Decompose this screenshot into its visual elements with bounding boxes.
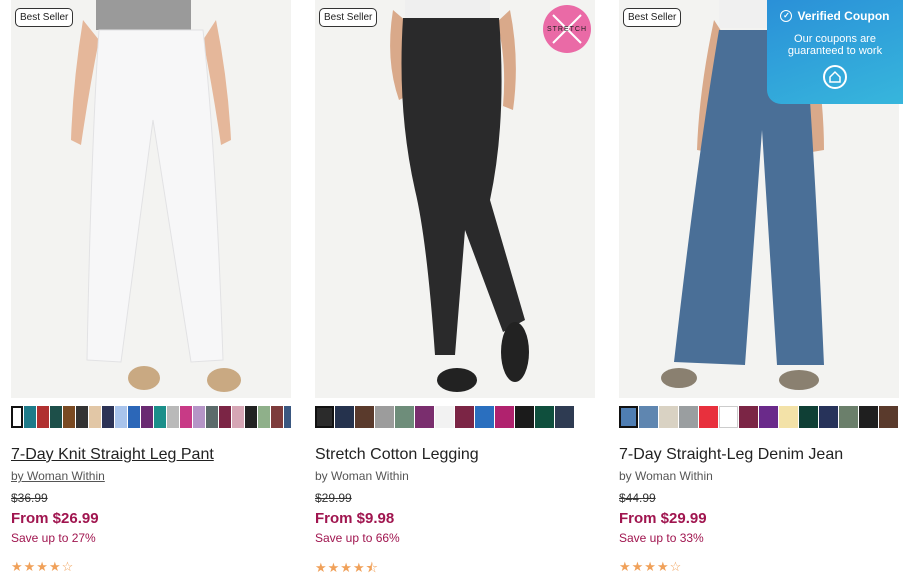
color-swatch[interactable] bbox=[859, 406, 878, 428]
original-price: $36.99 bbox=[11, 491, 48, 505]
product-card[interactable]: Best Seller STRETCH Stretch Cotton Leggi… bbox=[315, 0, 595, 581]
color-swatch[interactable] bbox=[128, 406, 140, 428]
color-swatch[interactable] bbox=[63, 406, 75, 428]
color-swatch[interactable] bbox=[102, 406, 114, 428]
color-swatch[interactable] bbox=[495, 406, 514, 428]
color-swatch[interactable] bbox=[475, 406, 494, 428]
model-photo bbox=[71, 0, 241, 392]
color-swatch[interactable] bbox=[415, 406, 434, 428]
check-circle-icon: ✓ bbox=[780, 10, 793, 22]
color-swatch[interactable] bbox=[115, 406, 127, 428]
product-brand[interactable]: by Woman Within bbox=[315, 469, 595, 483]
color-swatch[interactable] bbox=[206, 406, 218, 428]
product-title[interactable]: 7-Day Knit Straight Leg Pant bbox=[11, 446, 291, 464]
color-swatch[interactable] bbox=[24, 406, 36, 428]
color-swatch[interactable] bbox=[167, 406, 179, 428]
savings-text: Save up to 66% bbox=[315, 531, 400, 545]
product-brand[interactable]: by Woman Within bbox=[11, 469, 291, 483]
sale-price: From $9.98 bbox=[315, 510, 395, 527]
product-brand[interactable]: by Woman Within bbox=[619, 469, 899, 483]
color-swatch[interactable] bbox=[375, 406, 394, 428]
color-swatch[interactable] bbox=[258, 406, 270, 428]
color-swatch[interactable] bbox=[679, 406, 698, 428]
color-swatch[interactable] bbox=[819, 406, 838, 428]
color-swatch[interactable] bbox=[355, 406, 374, 428]
color-swatch[interactable] bbox=[619, 406, 638, 428]
color-swatch[interactable] bbox=[879, 406, 898, 428]
home-icon[interactable] bbox=[823, 65, 847, 89]
color-swatch[interactable] bbox=[315, 406, 334, 428]
product-image[interactable]: Best Seller STRETCH bbox=[315, 0, 595, 398]
original-price: $44.99 bbox=[619, 491, 656, 505]
sale-price: From $29.99 bbox=[619, 510, 707, 527]
color-swatch[interactable] bbox=[719, 406, 738, 428]
original-price: $29.99 bbox=[315, 491, 352, 505]
color-swatch[interactable] bbox=[799, 406, 818, 428]
color-swatch[interactable] bbox=[455, 406, 474, 428]
color-swatch[interactable] bbox=[271, 406, 283, 428]
model-photo bbox=[390, 0, 529, 392]
color-swatches bbox=[315, 406, 595, 428]
color-swatch[interactable] bbox=[395, 406, 414, 428]
verified-coupon-widget[interactable]: ✓ Verified Coupon Our coupons are guaran… bbox=[767, 0, 903, 104]
color-swatch[interactable] bbox=[284, 406, 291, 428]
color-swatch[interactable] bbox=[154, 406, 166, 428]
best-seller-badge: Best Seller bbox=[15, 8, 74, 27]
color-swatch[interactable] bbox=[335, 406, 354, 428]
color-swatch[interactable] bbox=[193, 406, 205, 428]
coupon-message: Our coupons are guaranteed to work bbox=[787, 33, 883, 57]
rating-stars-icon: ★★★★⯪ bbox=[315, 560, 379, 575]
product-card[interactable]: Best Seller 7-Day Knit Straight Leg Pant… bbox=[11, 0, 291, 575]
color-swatch[interactable] bbox=[515, 406, 534, 428]
color-swatch[interactable] bbox=[141, 406, 153, 428]
color-swatch[interactable] bbox=[89, 406, 101, 428]
stretch-label: STRETCH bbox=[546, 25, 588, 33]
color-swatch[interactable] bbox=[739, 406, 758, 428]
best-seller-badge: Best Seller bbox=[623, 8, 682, 27]
color-swatch[interactable] bbox=[37, 406, 49, 428]
product-image[interactable]: Best Seller bbox=[11, 0, 291, 398]
color-swatch[interactable] bbox=[759, 406, 778, 428]
product-title[interactable]: Stretch Cotton Legging bbox=[315, 446, 595, 464]
color-swatch[interactable] bbox=[180, 406, 192, 428]
stretch-badge-icon: STRETCH bbox=[543, 5, 591, 53]
color-swatch[interactable] bbox=[76, 406, 88, 428]
savings-text: Save up to 33% bbox=[619, 531, 704, 545]
color-swatch[interactable] bbox=[659, 406, 678, 428]
color-swatches bbox=[619, 406, 899, 428]
sale-price: From $26.99 bbox=[11, 510, 99, 527]
color-swatch[interactable] bbox=[779, 406, 798, 428]
rating-stars-icon: ★★★★☆ bbox=[619, 559, 683, 574]
savings-text: Save up to 27% bbox=[11, 531, 96, 545]
color-swatch[interactable] bbox=[219, 406, 231, 428]
color-swatch[interactable] bbox=[699, 406, 718, 428]
color-swatch[interactable] bbox=[639, 406, 658, 428]
rating-stars-icon: ★★★★☆ bbox=[11, 559, 75, 574]
color-swatches bbox=[11, 406, 291, 428]
color-swatch[interactable] bbox=[50, 406, 62, 428]
color-swatch[interactable] bbox=[245, 406, 257, 428]
color-swatch[interactable] bbox=[11, 406, 23, 428]
color-swatch[interactable] bbox=[535, 406, 554, 428]
best-seller-badge: Best Seller bbox=[319, 8, 378, 27]
color-swatch[interactable] bbox=[555, 406, 574, 428]
color-swatch[interactable] bbox=[232, 406, 244, 428]
color-swatch[interactable] bbox=[435, 406, 454, 428]
product-title[interactable]: 7-Day Straight-Leg Denim Jean bbox=[619, 446, 899, 464]
coupon-title: Verified Coupon bbox=[797, 9, 890, 23]
color-swatch[interactable] bbox=[839, 406, 858, 428]
